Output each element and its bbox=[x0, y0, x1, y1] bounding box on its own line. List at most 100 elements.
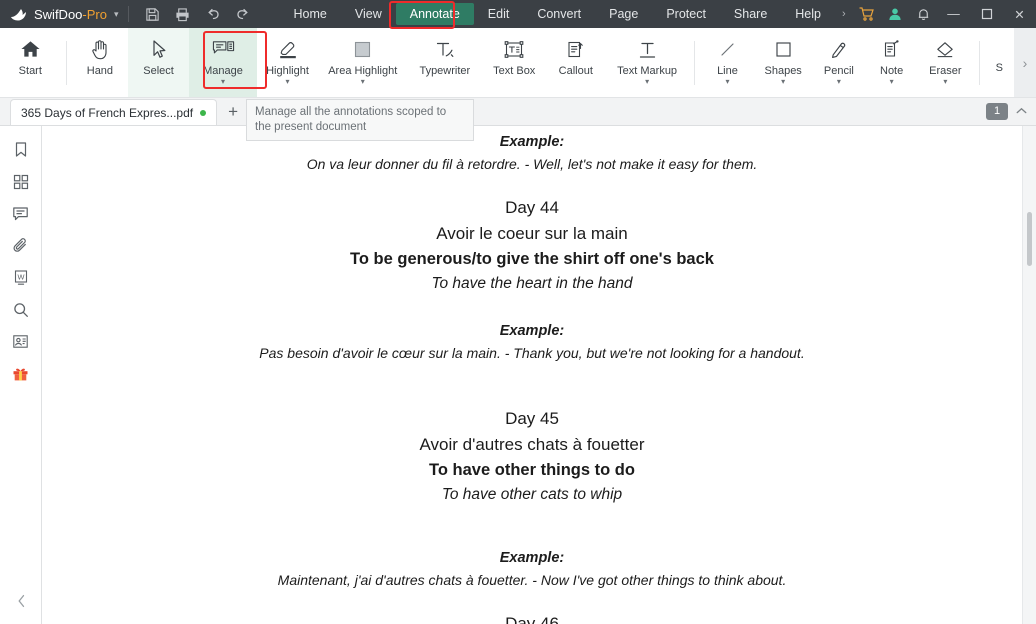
highlight-dropdown-caret-icon[interactable]: ▾ bbox=[286, 78, 290, 86]
ribbon-button-manage[interactable]: Manage ▾ bbox=[188, 28, 258, 97]
day-heading: Day 46 bbox=[505, 614, 559, 624]
document-tab-title: 365 Days of French Expres...pdf bbox=[21, 105, 194, 120]
cart-icon[interactable] bbox=[853, 0, 881, 28]
menu-item-view[interactable]: View bbox=[341, 3, 396, 25]
area-highlight-icon bbox=[352, 36, 373, 62]
eraser-dropdown-caret-icon[interactable]: ▾ bbox=[943, 78, 947, 86]
document-scrollbar[interactable] bbox=[1022, 126, 1036, 624]
menu-item-home[interactable]: Home bbox=[280, 3, 341, 25]
ribbon-button-highlight[interactable]: Highlight ▾ bbox=[257, 28, 318, 97]
ribbon-button-start[interactable]: Start bbox=[0, 28, 61, 97]
pencil-dropdown-caret-icon[interactable]: ▾ bbox=[837, 78, 841, 86]
sidebar-item-signature[interactable] bbox=[6, 328, 36, 360]
ribbon-label-select: Select bbox=[143, 65, 174, 77]
document-content: Example: On va leur donner du fil à reto… bbox=[42, 134, 1022, 624]
ribbon-overflow-chevron-icon[interactable]: › bbox=[1014, 28, 1036, 97]
menu-item-edit[interactable]: Edit bbox=[474, 3, 524, 25]
sidebar-item-attachments[interactable] bbox=[6, 232, 36, 264]
manage-tooltip-text: Manage all the annotations scoped to the… bbox=[255, 106, 447, 133]
ribbon-label-pencil: Pencil bbox=[823, 65, 854, 77]
brand-dropdown-caret-icon[interactable]: ▾ bbox=[114, 9, 119, 20]
maximize-button[interactable] bbox=[970, 0, 1003, 28]
ribbon-label-typewriter: Typewriter bbox=[419, 65, 471, 77]
line-dropdown-caret-icon[interactable]: ▾ bbox=[725, 78, 729, 86]
menu-item-convert[interactable]: Convert bbox=[523, 3, 595, 25]
ribbon-label-area-highlight: Area Highlight bbox=[328, 65, 398, 77]
highlighter-icon bbox=[277, 36, 299, 62]
shapes-dropdown-caret-icon[interactable]: ▾ bbox=[781, 78, 785, 86]
ribbon-label-callout: Callout bbox=[558, 65, 593, 77]
bookmark-icon bbox=[13, 141, 29, 163]
text-markup-dropdown-caret-icon[interactable]: ▾ bbox=[645, 78, 649, 86]
page-number-badge: 1 bbox=[986, 102, 1008, 120]
manage-dropdown-caret-icon[interactable]: ▾ bbox=[221, 78, 225, 86]
save-icon[interactable] bbox=[138, 0, 168, 28]
menu-overflow-chevron-icon[interactable]: › bbox=[835, 8, 853, 20]
example-label: Example: bbox=[499, 323, 565, 339]
home-icon bbox=[20, 36, 41, 62]
note-icon bbox=[881, 36, 902, 62]
ribbon-button-pencil[interactable]: Pencil ▾ bbox=[812, 28, 867, 97]
area-highlight-dropdown-caret-icon[interactable]: ▾ bbox=[361, 78, 365, 86]
document-scrollbar-thumb[interactable] bbox=[1027, 212, 1032, 266]
unsaved-changes-dot-icon bbox=[200, 109, 207, 116]
ribbon-button-text-box[interactable]: Text Box bbox=[482, 28, 547, 97]
ribbon-button-eraser[interactable]: Eraser ▾ bbox=[917, 28, 974, 97]
pdf-viewer[interactable]: Example: On va leur donner du fil à reto… bbox=[42, 126, 1036, 624]
sidebar-item-thumbnails[interactable] bbox=[6, 168, 36, 200]
minimize-button[interactable]: — bbox=[937, 0, 970, 28]
example-text: Maintenant, j'ai d'autres chats à fouett… bbox=[277, 572, 787, 588]
ribbon-button-typewriter[interactable]: Typewriter bbox=[408, 28, 482, 97]
close-button[interactable]: ✕ bbox=[1003, 0, 1036, 28]
attachment-icon bbox=[13, 237, 29, 259]
ribbon-overflow-group: › bbox=[1014, 28, 1036, 97]
ribbon-divider-3 bbox=[978, 41, 980, 85]
collapse-sidebar-button[interactable] bbox=[0, 594, 42, 608]
gift-icon bbox=[12, 365, 29, 387]
bell-icon[interactable] bbox=[909, 0, 937, 28]
menu-item-help[interactable]: Help bbox=[781, 3, 835, 25]
note-dropdown-caret-icon[interactable]: ▾ bbox=[890, 78, 894, 86]
ribbon-button-note[interactable]: Note ▾ bbox=[866, 28, 917, 97]
ribbon-button-hand[interactable]: Hand bbox=[72, 28, 129, 97]
account-icon[interactable] bbox=[881, 0, 909, 28]
menu-item-protect[interactable]: Protect bbox=[652, 3, 720, 25]
ribbon-button-stamp[interactable]: S bbox=[985, 28, 1014, 97]
menu-item-page[interactable]: Page bbox=[595, 3, 652, 25]
pdf-page: Example: On va leur donner du fil à reto… bbox=[42, 126, 1022, 624]
comment-icon bbox=[12, 206, 29, 227]
ribbon-button-shapes[interactable]: Shapes ▾ bbox=[755, 28, 812, 97]
sidebar-item-comments[interactable] bbox=[6, 200, 36, 232]
svg-text:W: W bbox=[17, 273, 24, 282]
ribbon-button-line[interactable]: Line ▾ bbox=[700, 28, 755, 97]
document-tab[interactable]: 365 Days of French Expres...pdf bbox=[10, 99, 218, 125]
sidebar-item-bookmarks[interactable] bbox=[6, 136, 36, 168]
menu-item-annotate[interactable]: Annotate bbox=[395, 3, 474, 25]
title-bar: SwifDoo -Pro ▾ Home View Annotate Edit C… bbox=[0, 0, 1036, 28]
ribbon-button-text-markup[interactable]: Text Markup ▾ bbox=[605, 28, 689, 97]
menu-item-share[interactable]: Share bbox=[720, 3, 781, 25]
redo-icon[interactable] bbox=[228, 0, 258, 28]
ribbon-label-shapes: Shapes bbox=[764, 65, 802, 77]
undo-icon[interactable] bbox=[198, 0, 228, 28]
ribbon-button-callout[interactable]: Callout bbox=[546, 28, 605, 97]
hand-icon bbox=[90, 36, 110, 62]
shapes-icon bbox=[773, 36, 794, 62]
collapse-ribbon-chevron-icon[interactable] bbox=[1012, 101, 1030, 121]
app-title: SwifDoo -Pro bbox=[34, 7, 107, 22]
new-tab-button[interactable]: + bbox=[217, 99, 249, 125]
sidebar-item-word-convert[interactable]: W bbox=[6, 264, 36, 296]
ribbon-button-area-highlight[interactable]: Area Highlight ▾ bbox=[318, 28, 408, 97]
ribbon-label-stamp: S bbox=[995, 62, 1004, 74]
day-heading: Day 44 bbox=[505, 198, 559, 217]
ribbon-divider-2 bbox=[694, 41, 696, 85]
ribbon-button-select[interactable]: Select bbox=[128, 28, 189, 97]
titlebar-right-group: — ✕ bbox=[853, 0, 1036, 28]
cursor-icon bbox=[149, 36, 168, 62]
sidebar-item-gift[interactable] bbox=[6, 360, 36, 392]
print-icon[interactable] bbox=[168, 0, 198, 28]
ribbon-label-start: Start bbox=[18, 65, 42, 77]
sidebar-item-search[interactable] bbox=[6, 296, 36, 328]
word-icon: W bbox=[13, 269, 29, 291]
thumbnails-icon bbox=[13, 174, 29, 195]
